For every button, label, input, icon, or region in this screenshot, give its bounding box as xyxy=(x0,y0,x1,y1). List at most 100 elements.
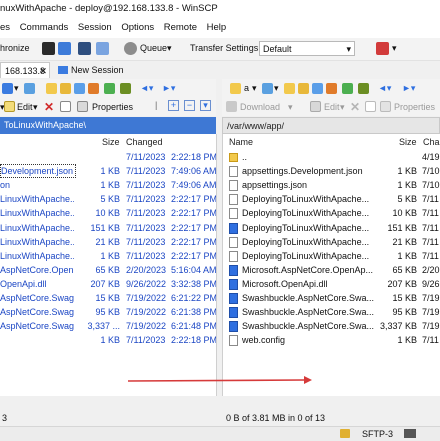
column-header-changed[interactable]: Changed xyxy=(126,134,163,151)
menu-item-commands[interactable]: Commands xyxy=(20,18,69,38)
right-path-bar[interactable]: /var/www/app/ xyxy=(222,117,440,134)
open-folder-icon[interactable] xyxy=(46,83,57,94)
table-row[interactable]: DeployingToLinuxWithApache... 5 KB 7/11 xyxy=(223,192,440,206)
table-row[interactable]: appsettings.Development.json 1 KB 7/10 xyxy=(223,164,440,178)
options-dropdown-icon[interactable]: ▾ xyxy=(392,43,397,54)
home-icon[interactable] xyxy=(326,83,337,94)
transfer-settings-select[interactable]: Default ▾ xyxy=(259,41,355,56)
menu-item-help[interactable]: Help xyxy=(207,18,227,38)
queue-button[interactable]: Queue xyxy=(140,43,167,53)
column-header-changed[interactable]: Cha xyxy=(423,134,440,151)
delete-icon[interactable]: ✕ xyxy=(44,100,54,114)
gear-icon[interactable] xyxy=(124,42,137,55)
table-row[interactable]: LinuxWithApache... 10 KB 7/11/2023 2:22:17 … xyxy=(0,206,216,220)
filter-icon[interactable] xyxy=(262,83,273,94)
table-row[interactable]: AspNetCore.Swag... 15 KB 7/19/2022 6:21:22 … xyxy=(0,291,216,305)
table-row[interactable]: AspNetCore.Swag... 95 KB 7/19/2022 6:21:38 … xyxy=(0,305,216,319)
rename-icon[interactable] xyxy=(365,101,376,112)
parent-folder-icon[interactable] xyxy=(60,83,71,94)
home-icon[interactable] xyxy=(88,83,99,94)
table-row[interactable]: LinuxWithApache... 21 KB 7/11/2023 2:22:17 … xyxy=(0,235,216,249)
menu-item-options[interactable]: Options xyxy=(121,18,154,38)
drive-icon[interactable] xyxy=(2,83,13,94)
global-options-icon[interactable] xyxy=(376,42,389,55)
drive-label[interactable]: a xyxy=(244,83,249,93)
table-row[interactable]: LinuxWithApache... 1 KB 7/11/2023 2:22:17 P… xyxy=(0,249,216,263)
table-row[interactable]: AspNetCore.Open... 65 KB 2/20/2023 5:16:04 … xyxy=(0,263,216,277)
table-row[interactable]: AspNetCore.Swag... 3,337 ... 7/19/2022 6:21… xyxy=(0,319,216,333)
table-row[interactable]: web.config 1 KB 7/11 xyxy=(223,333,440,347)
chevron-down-icon[interactable]: ▾ xyxy=(288,102,293,113)
preferences-icon[interactable] xyxy=(78,42,91,55)
menu-item-files[interactable]: es xyxy=(0,18,10,38)
table-row[interactable]: Microsoft.AspNetCore.OpenAp... 65 KB 2/20 xyxy=(223,263,440,277)
table-row[interactable]: Development.json 1 KB 7/11/2023 7:49:06 AM xyxy=(0,164,216,179)
column-header-size[interactable]: Size xyxy=(102,134,120,151)
edit-button[interactable]: Edit xyxy=(324,102,340,112)
drive-folder-icon[interactable] xyxy=(230,83,241,94)
download-button[interactable]: Download xyxy=(240,102,280,112)
chevron-down-icon[interactable]: ▾ xyxy=(274,83,279,94)
filter-icon[interactable] xyxy=(24,83,35,94)
forward-icon[interactable]: ►▾ xyxy=(162,83,175,94)
properties-icon[interactable] xyxy=(77,101,88,112)
edit-button[interactable]: Edit xyxy=(17,102,33,112)
find-files-icon[interactable] xyxy=(96,42,109,55)
chevron-down-icon[interactable]: ▾ xyxy=(33,102,38,113)
deselect-icon[interactable]: − xyxy=(184,100,195,111)
find-icon[interactable] xyxy=(358,83,369,94)
edit-icon[interactable] xyxy=(310,101,321,112)
refresh-icon[interactable] xyxy=(342,83,353,94)
chevron-down-icon[interactable]: ▾ xyxy=(14,83,19,94)
left-path-bar[interactable]: ToLinuxWithApache\ xyxy=(0,117,216,134)
select-all-icon[interactable]: + xyxy=(168,100,179,111)
column-header-name[interactable]: Name xyxy=(229,134,253,151)
forward-icon[interactable]: ►▾ xyxy=(402,83,415,94)
tab-session[interactable]: 168.133.8 ✕ xyxy=(0,62,50,78)
table-row[interactable]: on 1 KB 7/11/2023 7:49:06 AM xyxy=(0,178,216,192)
queue-dropdown-icon[interactable]: ▾ xyxy=(167,43,172,54)
table-row[interactable]: .. 4/19 xyxy=(223,150,440,164)
table-row[interactable]: appsettings.json 1 KB 7/10 xyxy=(223,178,440,192)
open-folder-icon[interactable] xyxy=(284,83,295,94)
table-row[interactable]: Microsoft.OpenApi.dll 207 KB 9/26 xyxy=(223,277,440,291)
parent-folder-icon[interactable] xyxy=(298,83,309,94)
filter-select-icon[interactable]: ▾ xyxy=(200,100,211,111)
left-horizontal-scrollbar[interactable] xyxy=(0,397,216,409)
table-row[interactable]: 7/11/2023 2:22:18 PM xyxy=(0,150,216,164)
table-row[interactable]: OpenApi.dll 207 KB 9/26/2022 3:32:38 PM xyxy=(0,277,216,291)
table-row[interactable]: 1 KB 7/11/2023 2:22:18 PM xyxy=(0,333,216,347)
putty-icon[interactable] xyxy=(58,42,71,55)
menu-item-session[interactable]: Session xyxy=(78,18,112,38)
table-row[interactable]: Swashbuckle.AspNetCore.Swa... 15 KB 7/19 xyxy=(223,291,440,305)
tab-new-session[interactable]: New Session xyxy=(54,62,128,78)
right-horizontal-scrollbar[interactable] xyxy=(222,397,440,409)
delete-icon[interactable]: ✕ xyxy=(350,100,360,114)
column-header-size[interactable]: Size xyxy=(399,134,417,151)
root-folder-icon[interactable] xyxy=(74,83,85,94)
properties-icon[interactable] xyxy=(380,101,391,112)
find-icon[interactable] xyxy=(120,83,131,94)
table-row[interactable]: DeployingToLinuxWithApache... 10 KB 7/11 xyxy=(223,206,440,220)
table-row[interactable]: DeployingToLinuxWithApache... 151 KB 7/11 xyxy=(223,221,440,235)
back-icon[interactable]: ◄▾ xyxy=(378,83,391,94)
chevron-down-icon[interactable]: ▾ xyxy=(252,83,257,94)
root-folder-icon[interactable] xyxy=(312,83,323,94)
refresh-icon[interactable] xyxy=(104,83,115,94)
synchronize-button[interactable]: hronize xyxy=(0,43,30,53)
remote-file-panel[interactable]: Name Size Cha .. 4/19 appsettings.Developm… xyxy=(222,134,440,396)
table-row[interactable]: Swashbuckle.AspNetCore.Swa... 95 KB 7/19 xyxy=(223,305,440,319)
menu-item-remote[interactable]: Remote xyxy=(164,18,197,38)
table-row[interactable]: DeployingToLinuxWithApache... 21 KB 7/11 xyxy=(223,235,440,249)
back-icon[interactable]: ◄▾ xyxy=(140,83,153,94)
table-row[interactable]: LinuxWithApache... 5 KB 7/11/2023 2:22:17 P… xyxy=(0,192,216,206)
console-icon[interactable] xyxy=(42,42,55,55)
rename-icon[interactable] xyxy=(60,101,71,112)
edit-icon[interactable] xyxy=(4,101,15,112)
close-icon[interactable]: ✕ xyxy=(39,63,47,79)
properties-button[interactable]: Properties xyxy=(92,102,133,112)
properties-button[interactable]: Properties xyxy=(394,102,435,112)
chevron-down-icon[interactable]: ▾ xyxy=(340,102,345,113)
table-row[interactable]: DeployingToLinuxWithApache... 1 KB 7/11 xyxy=(223,249,440,263)
download-icon[interactable] xyxy=(226,101,237,112)
